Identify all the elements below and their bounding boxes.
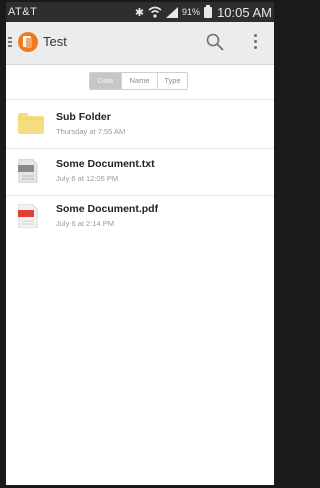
divider [6,148,274,149]
folder-title: Test [43,34,67,49]
list-item[interactable]: Sub Folder Thursday at 7:55 AM [6,106,274,148]
file-name: Sub Folder [56,111,111,123]
sort-by-name-button[interactable]: Name [121,73,157,89]
bluetooth-icon: ✱ [134,6,145,19]
file-name: Some Document.pdf [56,203,159,215]
status-bar: AT&T ✱ 91% 10:05 AM [6,2,274,22]
sort-by-type-button[interactable]: Type [157,73,187,89]
sort-segmented-control: Date Name Type [89,72,188,90]
phone-screen: AT&T ✱ 91% 10:05 AM Test Date Name Type … [6,2,274,485]
status-icons: ✱ 91% 10:05 AM [135,4,272,20]
divider [6,195,274,196]
app-icon[interactable] [18,32,38,52]
sort-by-date-button[interactable]: Date [90,73,121,89]
overflow-menu-icon[interactable] [254,34,258,52]
search-icon[interactable] [205,32,225,52]
file-date: Thursday at 7:55 AM [56,127,126,136]
battery-icon [204,4,213,18]
action-bar: Test [6,22,274,65]
file-date: July 6 at 12:05 PM [56,174,119,183]
signal-icon [166,6,179,18]
clock: 10:05 AM [217,4,272,20]
divider [6,99,274,100]
battery-percent: 91% [182,7,201,17]
list-item[interactable]: Some Document.pdf July 6 at 2:14 PM [6,198,274,240]
list-item[interactable]: Some Document.txt July 6 at 12:05 PM [6,153,274,195]
wifi-icon [148,6,162,18]
hamburger-icon[interactable] [8,37,12,49]
carrier-label: AT&T [8,6,38,18]
file-name: Some Document.txt [56,158,155,170]
file-date: July 6 at 2:14 PM [56,219,114,228]
